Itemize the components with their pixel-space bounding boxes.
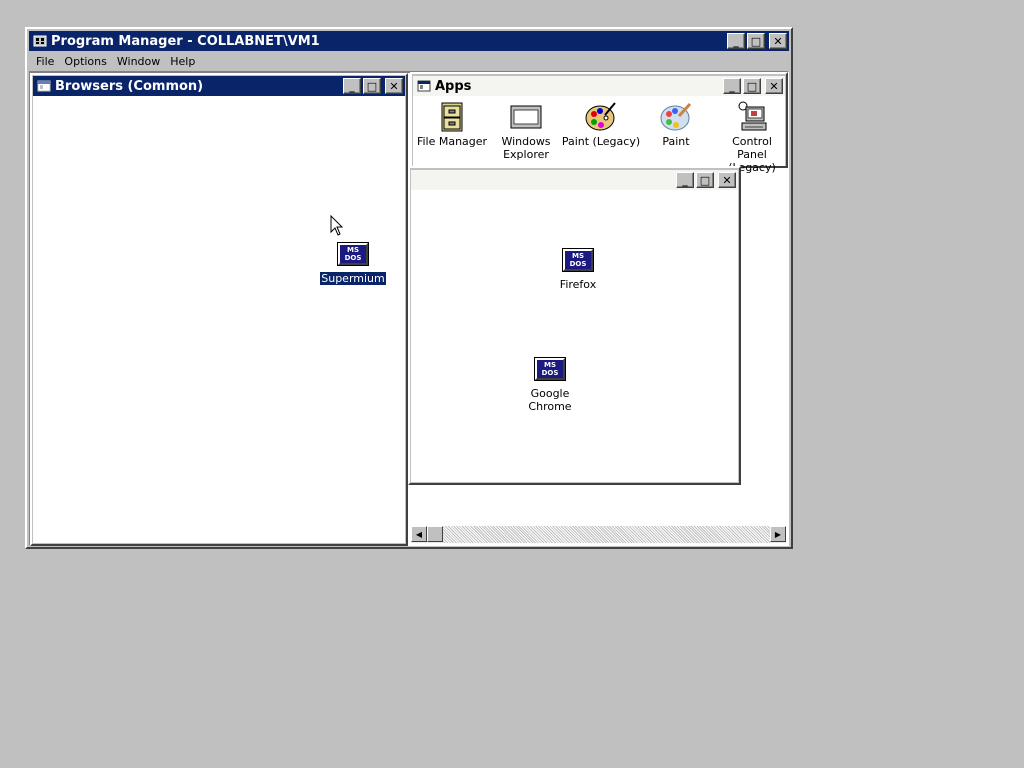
- browsers-maximize-button[interactable]: □: [363, 78, 381, 94]
- app-icon-paint-legacy[interactable]: Paint (Legacy): [561, 101, 641, 148]
- maximize-icon: □: [366, 79, 378, 93]
- apps-close-button[interactable]: ✕: [765, 78, 783, 94]
- apps-titlebar[interactable]: Apps _ □ ✕: [413, 76, 785, 96]
- untitled-close-button[interactable]: ✕: [718, 172, 736, 188]
- group-window-icon: [417, 80, 431, 92]
- close-button[interactable]: ✕: [769, 33, 787, 49]
- maximize-icon: □: [750, 34, 762, 48]
- untitled-group-client-area: [411, 190, 738, 482]
- msdos-text: DOS: [541, 369, 559, 377]
- app-icon-supermium[interactable]: MS DOS Supermium: [313, 238, 393, 285]
- app-icon-google-chrome[interactable]: MS DOS Google Chrome: [510, 353, 590, 413]
- menu-window[interactable]: Window: [112, 55, 165, 68]
- msdos-icon: MS DOS: [563, 249, 593, 271]
- minimize-icon: _: [733, 34, 739, 48]
- msdos-text: MS: [543, 361, 556, 369]
- app-label: File Manager: [416, 135, 488, 148]
- menu-options[interactable]: Options: [59, 55, 111, 68]
- program-manager-title: Program Manager - COLLABNET\VM1: [51, 33, 320, 49]
- maximize-button[interactable]: □: [747, 33, 765, 49]
- group-window-icon: [37, 80, 51, 92]
- menu-help[interactable]: Help: [165, 55, 200, 68]
- app-label: Google Chrome: [528, 387, 572, 413]
- maximize-icon: □: [746, 79, 758, 93]
- scroll-track[interactable]: [443, 526, 770, 543]
- msdos-icon: MS DOS: [535, 358, 565, 380]
- msdos-text: DOS: [344, 254, 362, 262]
- msdos-text: DOS: [569, 260, 587, 268]
- app-icon-windows-explorer[interactable]: Windows Explorer: [486, 101, 566, 161]
- msdos-text: MS: [346, 246, 359, 254]
- menu-file[interactable]: File: [31, 55, 59, 68]
- palette-icon: [660, 102, 692, 131]
- scroll-left-button[interactable]: ◀: [411, 526, 427, 542]
- browsers-minimize-button[interactable]: _: [343, 78, 361, 94]
- browsers-title: Browsers (Common): [55, 78, 204, 94]
- app-label: Paint (Legacy): [561, 135, 641, 148]
- msdos-icon: MS DOS: [338, 243, 368, 265]
- app-label: Firefox: [559, 278, 597, 291]
- browsers-titlebar[interactable]: Browsers (Common) _ □ ✕: [33, 76, 405, 96]
- app-icon-paint[interactable]: Paint: [636, 101, 716, 148]
- minimize-icon: _: [682, 173, 688, 187]
- palette-icon: [585, 102, 616, 131]
- mdi-horizontal-scrollbar[interactable]: ◀ ▶: [411, 526, 786, 543]
- apps-title: Apps: [435, 78, 472, 94]
- app-icon-firefox[interactable]: MS DOS Firefox: [538, 244, 618, 291]
- close-icon: ✕: [773, 34, 783, 48]
- file-cabinet-icon: [441, 102, 463, 132]
- app-label: Paint: [662, 135, 690, 148]
- scroll-right-button[interactable]: ▶: [770, 526, 786, 542]
- maximize-icon: □: [699, 173, 711, 187]
- window-icon: [510, 105, 542, 129]
- program-manager-icon: [33, 35, 47, 47]
- app-icon-control-panel-legacy[interactable]: Control Panel (Legacy): [712, 101, 792, 174]
- computer-icon: [738, 101, 767, 131]
- close-icon: ✕: [389, 79, 399, 93]
- msdos-text: MS: [571, 252, 584, 260]
- program-manager-titlebar[interactable]: Program Manager - COLLABNET\VM1 _ □ ✕: [29, 31, 789, 51]
- app-icon-file-manager[interactable]: File Manager: [412, 101, 492, 148]
- app-label: Windows Explorer: [501, 135, 551, 161]
- minimize-icon: _: [729, 79, 735, 93]
- close-icon: ✕: [769, 79, 779, 93]
- menu-bar: File Options Window Help: [31, 52, 787, 70]
- untitled-maximize-button[interactable]: □: [696, 172, 714, 188]
- browsers-client-area: [33, 96, 405, 543]
- scroll-thumb[interactable]: [427, 526, 443, 542]
- minimize-icon: _: [349, 79, 355, 93]
- mouse-cursor-icon: [330, 215, 344, 236]
- apps-maximize-button[interactable]: □: [743, 78, 761, 94]
- close-icon: ✕: [722, 173, 732, 187]
- untitled-group-titlebar[interactable]: _ □ ✕: [411, 170, 738, 190]
- untitled-minimize-button[interactable]: _: [676, 172, 694, 188]
- apps-minimize-button[interactable]: _: [723, 78, 741, 94]
- minimize-button[interactable]: _: [727, 33, 745, 49]
- browsers-close-button[interactable]: ✕: [385, 78, 403, 94]
- app-label-selected: Supermium: [320, 272, 386, 285]
